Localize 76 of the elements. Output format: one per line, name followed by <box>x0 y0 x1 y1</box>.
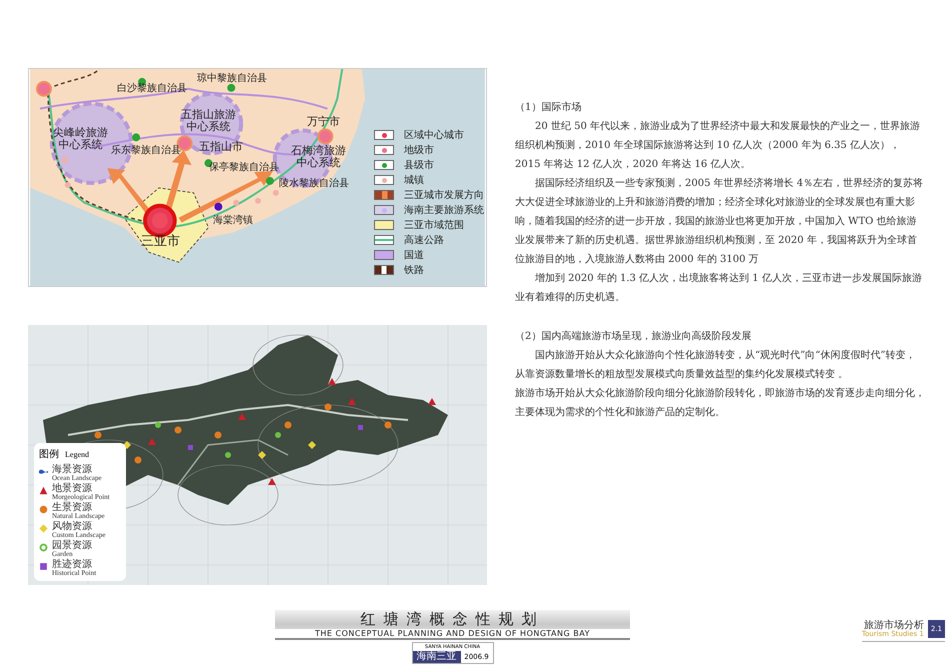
legend-symbol-icon <box>39 486 48 495</box>
map-label: 陵水黎族自治县 <box>279 178 349 189</box>
map-label: 乐东黎族自治县 <box>111 145 181 156</box>
legend-swatch-icon <box>374 220 394 230</box>
map-label: 海棠湾镇 <box>213 215 253 226</box>
legend-label: 地级市 <box>404 144 434 157</box>
legend-title: 图例 <box>39 448 59 461</box>
dot-marker-icon <box>275 432 281 438</box>
map-label: 石梅湾旅游中心系统 <box>291 145 346 170</box>
triangle-marker-icon <box>348 398 356 405</box>
legend-swatch-icon <box>374 175 394 185</box>
dot-marker-icon <box>324 404 332 410</box>
map-label: 保亭黎族自治县 <box>209 162 279 173</box>
legend-label: 高速公路 <box>404 234 444 247</box>
legend-label: 风物资源 <box>52 522 93 532</box>
sheet-title: 旅游市场分析 <box>864 620 924 631</box>
legend-label: 三亚城市发展方向 <box>404 188 484 202</box>
legend-swatch-icon <box>374 205 394 215</box>
legend-swatch-icon <box>374 130 394 140</box>
map-label: 五指山市 <box>199 141 243 154</box>
legend-label: 城镇 <box>404 174 424 187</box>
map-label: 三亚市 <box>141 235 180 250</box>
paragraph: 据国际经济组织及一些专家预测，2005 年世界经济将增长 4％左右，世界经济的复苏将大大促进全球旅游业的上升和旅游消费的增加；经济全球化对旅游业的全球发展也有重大影响，随着我国的经济的进一步开放，我国的旅游业也将更加开放，中国加入 WTO 也给旅游业发展带来了新的历史机遇。据世界旅游组织机构预测，至 2020 年，我国将跃升为全球首位旅游目的地，入境旅游人数将由 2000 年的 3100 万 <box>515 176 924 267</box>
legend-symbol-icon <box>39 505 48 514</box>
triangle-marker-icon <box>268 478 276 485</box>
paragraph: 旅游市场开始从大众化旅游阶段向细分化旅游阶段转化，即旅游市场的发育逐步走向细分化，主要体现为需求的个性化和旅游产品的定制化。 <box>515 386 925 420</box>
legend-swatch-icon <box>374 145 394 155</box>
legend-swatch-icon <box>374 250 394 260</box>
dot-marker-icon <box>155 422 161 428</box>
diamond-marker-icon <box>258 451 266 459</box>
plan-subtitle: THE CONCEPTUAL PLANNING AND DESIGN OF HONGTANG BAY <box>275 629 630 638</box>
legend-symbol-icon <box>39 524 48 533</box>
paragraph: 增加到 2020 年的 1.3 亿人次，出境旅客将达到 1 亿人次，三亚市进一步发展国际旅游业有着难得的历史机遇。 <box>515 272 923 305</box>
legend-swatch-icon <box>374 235 394 245</box>
map-label: 琼中黎族自治县 <box>197 73 267 84</box>
location-label: 海南三亚 <box>412 651 460 663</box>
legend-title: Legend <box>65 450 89 459</box>
legend-symbol-icon <box>39 467 48 476</box>
legend-swatch-icon <box>374 190 394 200</box>
dot-marker-icon <box>225 452 231 458</box>
legend-label: 国道 <box>404 249 424 262</box>
dot-marker-icon <box>214 432 222 438</box>
triangle-marker-icon <box>148 438 156 445</box>
map-label: 白沙黎族自治县 <box>117 83 187 94</box>
section-heading: （1）国际市场 <box>515 100 582 115</box>
legend-swatch-icon <box>374 265 394 275</box>
legend-label: 海景资源 <box>52 465 93 475</box>
dot-marker-icon <box>134 456 142 464</box>
triangle-marker-icon <box>238 413 246 420</box>
legend-label: 三亚市域范围 <box>404 218 464 232</box>
legend-swatch-icon <box>374 160 394 170</box>
dot-marker-icon <box>284 422 292 428</box>
legend-label: 区域中心城市 <box>404 128 464 142</box>
section-heading: （2）国内高端旅游市场呈现，旅游业向高级阶段发展 <box>515 330 752 344</box>
legend-symbol-icon <box>39 543 48 552</box>
diamond-marker-icon <box>308 441 316 449</box>
legend-label: 园景资源 <box>52 541 92 551</box>
dot-marker-icon <box>94 432 102 438</box>
map-label: 五指山旅游中心系统 <box>181 109 236 134</box>
dot-marker-icon <box>384 422 392 428</box>
paragraph: 国内旅游开始从大众化旅游向个性化旅游转变，从“观光时代”向“休闲度假时代”转变，从靠资源数量增长的粗放型发展模式向质量效益型的集约化发展模式转变 。 <box>515 348 916 382</box>
map-label: 尖峰岭旅游中心系统 <box>53 127 108 152</box>
paragraph: 20 世纪 50 年代以来，旅游业成为了世界经济中最大和发展最快的产业之一，世界旅游组织机构预测，2010 年全球国际旅游将达到 10 亿人次（2000 年为 6.35 亿人次），2015 年将达 12 亿人次，2020 年将达 16 亿人次。 <box>515 120 921 172</box>
triangle-marker-icon <box>328 378 336 385</box>
square-marker-icon <box>188 445 193 450</box>
legend-label: 生景资源 <box>52 503 93 513</box>
legend-label: 县级市 <box>404 158 434 172</box>
legend-label: 铁路 <box>404 264 424 277</box>
dot-marker-icon <box>174 426 182 434</box>
legend-label: 海南主要旅游系统 <box>404 204 484 217</box>
square-marker-icon <box>358 425 363 430</box>
plan-title: 红塘湾概念性规划 <box>360 610 544 629</box>
triangle-marker-icon <box>428 398 436 405</box>
legend-label: 地景资源 <box>52 484 93 494</box>
legend-label: 胜迹资源 <box>52 560 93 570</box>
legend-symbol-icon <box>39 562 48 571</box>
